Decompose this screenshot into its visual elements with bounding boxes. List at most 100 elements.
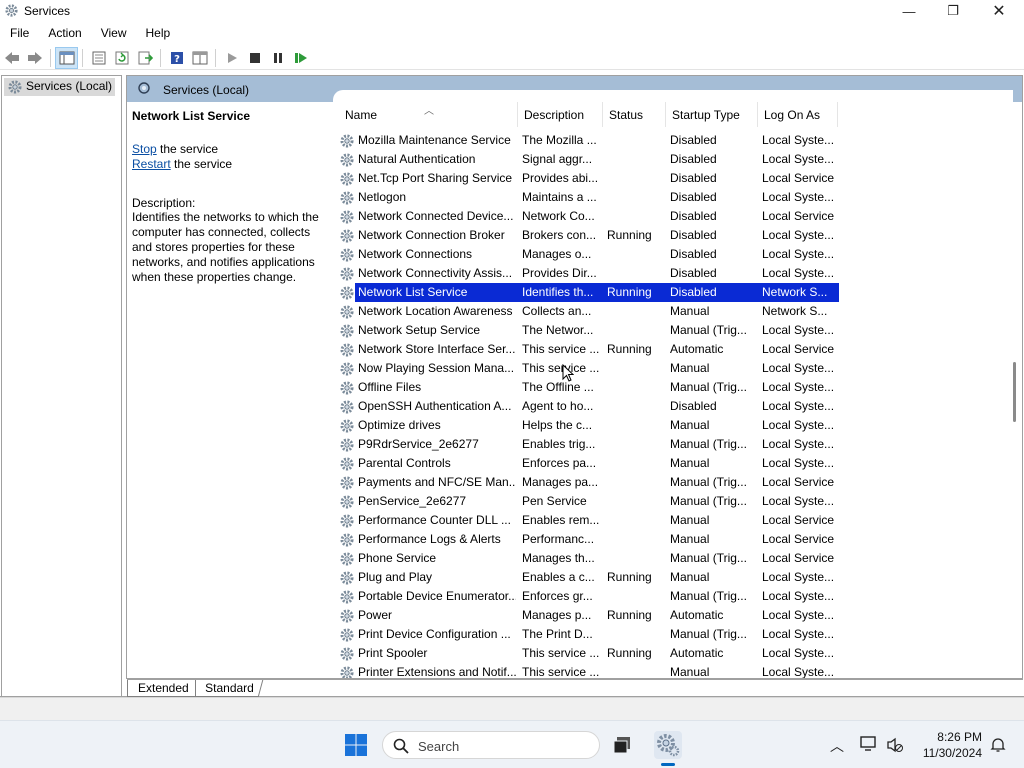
service-row[interactable]: Phone Service Manages th... Manual (Trig..… — [339, 549, 839, 568]
volume-muted-icon[interactable] — [886, 737, 904, 753]
column-header-startup-type[interactable]: Startup Type — [666, 102, 758, 127]
mouse-cursor-icon — [562, 364, 574, 382]
service-description: Manages p... — [522, 608, 592, 622]
service-log-on-as: Local Syste... — [762, 608, 834, 622]
service-row[interactable]: Network Store Interface Ser... This servi… — [339, 340, 839, 359]
service-row[interactable]: Printer Extensions and Notif... This serv… — [339, 663, 839, 679]
show-console-tree-button[interactable] — [55, 46, 78, 69]
properties-button[interactable] — [87, 47, 110, 69]
service-log-on-as: Local Syste... — [762, 646, 834, 660]
menu-action[interactable]: Action — [38, 23, 90, 45]
service-row[interactable]: Print Spooler This service ... Running Auto… — [339, 644, 839, 663]
service-row[interactable]: Now Playing Session Mana... This service … — [339, 359, 839, 378]
resume-service-button[interactable] — [289, 47, 312, 69]
service-row[interactable]: Net.Tcp Port Sharing Service Provides abi… — [339, 169, 839, 188]
service-row[interactable]: Network Connected Device... Network Co...… — [339, 207, 839, 226]
notifications-icon[interactable] — [990, 737, 1006, 753]
menu-bar: File Action View Help — [0, 23, 1024, 45]
service-log-on-as: Local Syste... — [762, 190, 834, 204]
tab-standard[interactable]: Standard — [192, 680, 263, 697]
start-service-icon — [227, 52, 237, 63]
service-gear-icon — [340, 533, 354, 547]
service-row[interactable]: P9RdrService_2e6277 Enables trig... Manual… — [339, 435, 839, 454]
service-row[interactable]: OpenSSH Authentication A... Agent to ho..… — [339, 397, 839, 416]
tab-extended[interactable]: Extended — [127, 680, 196, 697]
clock-date: 11/30/2024 — [922, 746, 982, 760]
export-list-button[interactable] — [133, 47, 156, 69]
forward-button[interactable] — [23, 47, 46, 69]
vertical-scrollbar[interactable] — [1013, 100, 1017, 678]
view-button[interactable] — [188, 47, 211, 69]
service-name: Network Location Awareness — [358, 304, 513, 318]
service-name: Network Connections — [358, 247, 473, 261]
service-row[interactable]: Performance Counter DLL ... Enables rem..… — [339, 511, 839, 530]
service-name: Network List Service — [358, 285, 468, 299]
service-description: Enforces gr... — [522, 589, 593, 603]
service-gear-icon — [340, 362, 354, 376]
service-row[interactable]: Optimize drives Helps the c... Manual Local… — [339, 416, 839, 435]
menu-view[interactable]: View — [91, 23, 136, 45]
service-name: Portable Device Enumerator... — [358, 589, 516, 603]
services-taskbar-gear-icon[interactable] — [654, 731, 682, 759]
stop-service-button[interactable] — [243, 47, 266, 69]
restart-service-link[interactable]: Restart — [132, 157, 171, 171]
service-gear-icon — [340, 571, 354, 585]
column-header-status[interactable]: Status — [603, 102, 666, 127]
service-row[interactable]: Network Connectivity Assis... Provides Di… — [339, 264, 839, 283]
service-description: Enables rem... — [522, 513, 600, 527]
minimize-button[interactable]: — — [886, 0, 932, 22]
service-row[interactable]: Parental Controls Enforces pa... Manual Loc… — [339, 454, 839, 473]
system-clock[interactable]: 8:26 PM 11/30/2024 — [912, 729, 982, 761]
service-row[interactable]: Network Connection Broker Brokers con... R… — [339, 226, 839, 245]
maximize-button[interactable]: ❐ — [930, 0, 976, 22]
service-row[interactable]: Portable Device Enumerator... Enforces gr… — [339, 587, 839, 606]
service-row[interactable]: Network Location Awareness Collects an...… — [339, 302, 839, 321]
close-button[interactable]: ✕ — [976, 0, 1022, 22]
pause-service-button[interactable] — [266, 47, 289, 69]
help-button[interactable]: ? — [165, 47, 188, 69]
service-row[interactable]: Offline Files The Offline ... Manual (Trig… — [339, 378, 839, 397]
service-row[interactable]: Natural Authentication Signal aggr... Disa… — [339, 150, 839, 169]
network-icon[interactable] — [860, 736, 878, 752]
scrollbar-thumb[interactable] — [1013, 362, 1016, 422]
column-header-description[interactable]: Description — [518, 102, 603, 127]
service-row[interactable]: Network Connections Manages o... Disabled L… — [339, 245, 839, 264]
service-log-on-as: Local Syste... — [762, 456, 834, 470]
service-row[interactable]: Mozilla Maintenance Service The Mozilla .… — [339, 131, 839, 150]
taskbar-search[interactable]: Search — [382, 731, 600, 759]
service-gear-icon — [340, 324, 354, 338]
windows-start-icon[interactable] — [344, 733, 368, 757]
service-row[interactable]: Network List Service Identifies th... Runn… — [339, 283, 839, 302]
service-gear-icon — [340, 552, 354, 566]
service-startup-type: Manual — [670, 665, 710, 679]
services-pane: Services (Local) Network List Service St… — [126, 75, 1023, 679]
service-row[interactable]: Network Setup Service The Networ... Manual… — [339, 321, 839, 340]
service-details-title: Network List Service — [132, 109, 251, 123]
service-name: Phone Service — [358, 551, 437, 565]
service-row[interactable]: Power Manages p... Running Automatic Local S… — [339, 606, 839, 625]
service-row[interactable]: PenService_2e6277 Pen Service Manual (Trig… — [339, 492, 839, 511]
service-row[interactable]: Print Device Configuration ... The Print … — [339, 625, 839, 644]
tree-item-services-local[interactable]: Services (Local) — [4, 78, 116, 96]
service-gear-icon — [340, 286, 354, 300]
service-log-on-as: Local Syste... — [762, 361, 834, 375]
description-text: Identifies the networks to which the com… — [132, 210, 319, 284]
stop-service-link[interactable]: Stop — [132, 142, 157, 156]
service-row[interactable]: Payments and NFC/SE Man... Manages pa... M… — [339, 473, 839, 492]
service-row[interactable]: Netlogon Maintains a ... Disabled Local Sys… — [339, 188, 839, 207]
column-header-name[interactable]: Name ︿ — [339, 102, 518, 127]
task-view-icon[interactable] — [612, 735, 632, 755]
service-description: This service ... — [522, 665, 600, 679]
active-app-indicator — [661, 763, 675, 766]
menu-file[interactable]: File — [0, 23, 38, 45]
service-startup-type: Manual — [670, 361, 710, 375]
start-service-button[interactable] — [220, 47, 243, 69]
menu-help[interactable]: Help — [136, 23, 180, 45]
back-button[interactable] — [0, 47, 23, 69]
refresh-button[interactable] — [110, 47, 133, 69]
show-hidden-icons-chevron-icon[interactable]: ︿ — [830, 736, 844, 756]
service-row[interactable]: Performance Logs & Alerts Performanc... Ma… — [339, 530, 839, 549]
column-header-log-on-as[interactable]: Log On As — [758, 102, 838, 127]
service-name: OpenSSH Authentication A... — [358, 399, 512, 413]
service-row[interactable]: Plug and Play Enables a c... Running Manual… — [339, 568, 839, 587]
